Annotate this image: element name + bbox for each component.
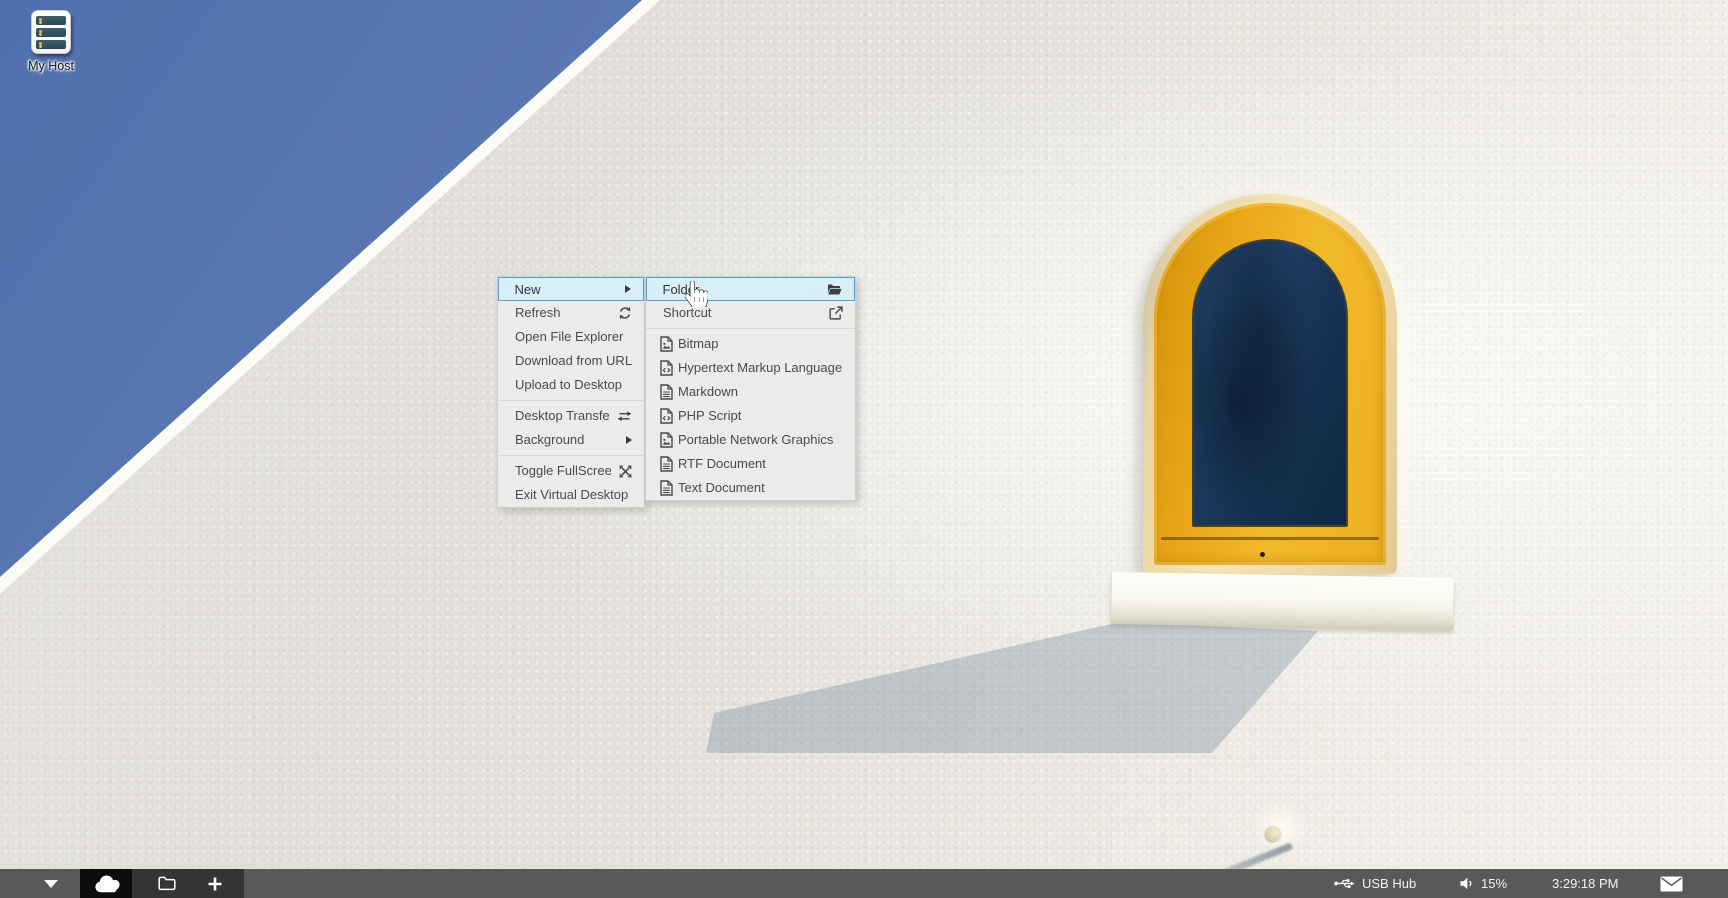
taskbar-button-group (132, 869, 244, 898)
wallpaper-window-sill (1111, 572, 1454, 630)
plus-icon (208, 877, 222, 891)
external-link-icon (829, 306, 843, 320)
add-button[interactable] (194, 869, 236, 898)
menu-item-open-file-explorer[interactable]: Open File Explorer (498, 325, 644, 349)
sync-icon (618, 306, 632, 320)
submenu-item-markdown[interactable]: Markdown (646, 380, 855, 404)
server-icon (31, 10, 71, 54)
mail-status[interactable] (1660, 869, 1683, 898)
file-explorer-button[interactable] (146, 869, 188, 898)
taskbar: USB Hub 15% 3:29:18 PM (0, 869, 1728, 898)
context-menu: New Refresh Open File Explorer Download … (497, 276, 645, 508)
wallpaper-window-knob (1260, 552, 1265, 557)
wallpaper-window-glass (1192, 239, 1348, 527)
cloud-button[interactable] (80, 869, 132, 898)
virtual-desktop: My Host New Refresh Open File Explorer D… (0, 0, 1728, 898)
submenu-item-portable-network-graphics[interactable]: Portable Network Graphics (646, 428, 855, 452)
volume-icon (1460, 877, 1474, 890)
file-code-icon (659, 360, 673, 376)
expand-arrows-icon (619, 465, 632, 478)
menu-item-desktop-transfer[interactable]: Desktop Transfer (498, 404, 644, 428)
file-code-icon (659, 408, 673, 424)
file-image-icon (659, 336, 673, 352)
caret-down-icon[interactable] (44, 880, 58, 888)
cloud-icon (93, 875, 120, 893)
hand-cursor (685, 281, 708, 312)
file-image-icon (659, 432, 673, 448)
submenu-item-shortcut[interactable]: Shortcut (646, 301, 855, 325)
submenu-item-bitmap[interactable]: Bitmap (646, 332, 855, 356)
submenu-item-folder[interactable]: Folder (646, 277, 855, 301)
menu-divider (498, 455, 644, 456)
caret-right-icon (625, 285, 631, 293)
wallpaper-window-frame (1154, 203, 1386, 565)
caret-right-icon (626, 436, 632, 444)
wallpaper-wall-bolt (1266, 826, 1281, 841)
submenu-item-rtf-document[interactable]: RTF Document (646, 452, 855, 476)
desktop-icon-my-host[interactable]: My Host (12, 10, 90, 73)
usb-icon (1334, 876, 1355, 891)
submenu-item-php-script[interactable]: PHP Script (646, 404, 855, 428)
exchange-icon (617, 410, 632, 422)
new-submenu: Folder Shortcut (645, 276, 856, 501)
envelope-icon (1660, 876, 1683, 892)
menu-divider (646, 328, 855, 329)
folder-open-icon (827, 283, 842, 296)
menu-item-exit-virtual-desktop[interactable]: Exit Virtual Desktop (498, 483, 644, 507)
menu-item-new[interactable]: New (498, 277, 644, 301)
folder-icon (158, 876, 176, 891)
volume-status[interactable]: 15% (1460, 869, 1507, 898)
file-lines-icon (659, 480, 673, 496)
menu-item-toggle-fullscreen[interactable]: Toggle FullScreen (498, 459, 644, 483)
menu-item-download-from-url[interactable]: Download from URL (498, 349, 644, 373)
desktop-icon-label: My Host (12, 59, 90, 73)
wallpaper-window (1143, 194, 1397, 574)
clock-label: 3:29:18 PM (1552, 876, 1619, 891)
menu-divider (498, 400, 644, 401)
menu-item-upload-to-desktop[interactable]: Upload to Desktop (498, 373, 644, 397)
menu-item-background[interactable]: Background (498, 428, 644, 452)
clock[interactable]: 3:29:18 PM (1552, 869, 1619, 898)
file-lines-icon (659, 456, 673, 472)
file-lines-icon (659, 384, 673, 400)
usb-hub-status[interactable]: USB Hub (1334, 869, 1416, 898)
menu-item-refresh[interactable]: Refresh (498, 301, 644, 325)
usb-hub-label: USB Hub (1362, 876, 1416, 891)
submenu-item-text-document[interactable]: Text Document (646, 476, 855, 500)
wallpaper-window-groove (1161, 537, 1379, 540)
volume-level-label: 15% (1481, 876, 1507, 891)
submenu-item-hypertext-markup-language[interactable]: Hypertext Markup Language (646, 356, 855, 380)
